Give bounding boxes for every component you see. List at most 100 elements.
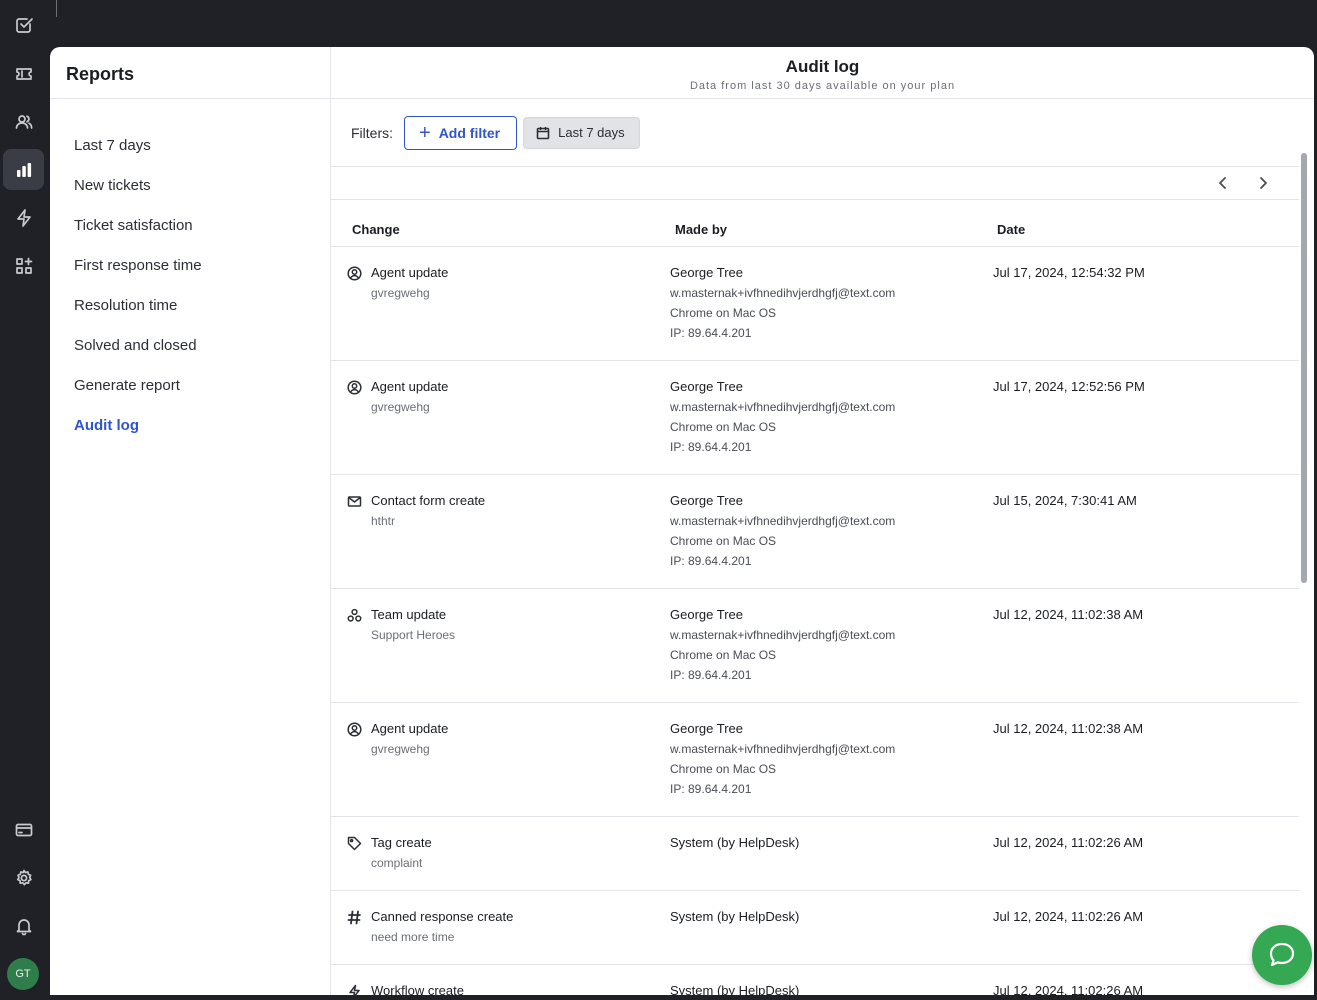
made-by-client: Chrome on Mac OS: [670, 420, 776, 434]
change-title: Team update: [371, 607, 446, 622]
apps-grid-icon[interactable]: [3, 245, 44, 286]
page-header: Audit log Data from last 30 days availab…: [331, 47, 1314, 99]
column-header-date[interactable]: Date: [997, 222, 1025, 237]
made-by-email: w.masternak+ivfhnedihvjerdhgfj@text.com: [670, 742, 895, 756]
change-title: Agent update: [371, 721, 448, 736]
table-row[interactable]: Agent update gvregwehg George Tree w.mas…: [331, 247, 1299, 361]
change-detail: complaint: [371, 856, 422, 870]
sidebar-item-last-7-days[interactable]: Last 7 days: [50, 125, 330, 165]
change-detail: Support Heroes: [371, 628, 455, 642]
change-title: Tag create: [371, 835, 432, 850]
window-divider: [56, 0, 57, 17]
made-by-client: Chrome on Mac OS: [670, 648, 776, 662]
made-by-email: w.masternak+ivfhnedihvjerdhgfj@text.com: [670, 400, 895, 414]
sidebar-item-ticket-satisfaction[interactable]: Ticket satisfaction: [50, 205, 330, 245]
agent-user-icon: [347, 266, 362, 281]
table-row[interactable]: Team update Support Heroes George Tree w…: [331, 589, 1299, 703]
ticket-icon[interactable]: [3, 53, 44, 94]
agent-user-icon: [347, 380, 362, 395]
made-by-name: System (by HelpDesk): [670, 983, 799, 995]
change-detail: gvregwehg: [371, 286, 430, 300]
agent-user-icon: [347, 722, 362, 737]
plus-icon: +: [419, 123, 431, 143]
change-title: Agent update: [371, 265, 448, 280]
change-title: Canned response create: [371, 909, 513, 924]
reports-panel: Reports Last 7 days New tickets Ticket s…: [50, 47, 1314, 995]
sidebar-item-solved-and-closed[interactable]: Solved and closed: [50, 325, 330, 365]
date-range-button[interactable]: Last 7 days: [523, 117, 640, 149]
avatar[interactable]: GT: [7, 958, 39, 990]
change-title: Agent update: [371, 379, 448, 394]
sidebar-item-resolution-time[interactable]: Resolution time: [50, 285, 330, 325]
sidebar-item-generate-report[interactable]: Generate report: [50, 365, 330, 405]
add-filter-button[interactable]: + Add filter: [404, 116, 517, 150]
table-row[interactable]: Contact form create hthtr George Tree w.…: [331, 475, 1299, 589]
table-row[interactable]: Agent update gvregwehg George Tree w.mas…: [331, 703, 1299, 817]
next-page-button[interactable]: [1253, 173, 1273, 193]
made-by-name: George Tree: [670, 379, 743, 394]
sidebar-item-audit-log[interactable]: Audit log: [50, 405, 330, 445]
column-header-change[interactable]: Change: [352, 222, 400, 237]
bolt-icon: [347, 984, 362, 995]
change-title: Workflow create: [371, 983, 464, 995]
customers-icon[interactable]: [3, 101, 44, 142]
calendar-icon: [536, 126, 550, 140]
column-header-made-by[interactable]: Made by: [675, 222, 727, 237]
event-date: Jul 12, 2024, 11:02:26 AM: [993, 909, 1143, 924]
hash-icon: [347, 910, 362, 925]
settings-gear-icon[interactable]: [3, 857, 44, 898]
filters-bar: Filters: + Add filter Last 7 days: [331, 99, 1299, 167]
sidebar-item-first-response-time[interactable]: First response time: [50, 245, 330, 285]
made-by-name: System (by HelpDesk): [670, 909, 799, 924]
change-detail: gvregwehg: [371, 742, 430, 756]
made-by-ip: IP: 89.64.4.201: [670, 782, 751, 796]
page-subtitle: Data from last 30 days available on your…: [331, 80, 1314, 92]
sidebar-title: Reports: [50, 47, 330, 99]
notifications-bell-icon[interactable]: [3, 905, 44, 946]
table-row[interactable]: Tag create complaint System (by HelpDesk…: [331, 817, 1299, 891]
previous-page-button[interactable]: [1213, 173, 1233, 193]
change-title: Contact form create: [371, 493, 485, 508]
made-by-name: George Tree: [670, 265, 743, 280]
change-detail: need more time: [371, 930, 454, 944]
filters-label: Filters:: [351, 125, 393, 141]
event-date: Jul 12, 2024, 11:02:26 AM: [993, 983, 1143, 995]
table-header: Change Made by Date: [331, 200, 1299, 247]
chevron-right-icon: [1256, 176, 1270, 190]
app-rail: GT: [0, 0, 50, 1000]
event-date: Jul 17, 2024, 12:52:56 PM: [993, 379, 1145, 394]
change-detail: hthtr: [371, 514, 395, 528]
reports-chart-icon[interactable]: [3, 149, 44, 190]
logo-check-icon[interactable]: [3, 4, 44, 45]
made-by-client: Chrome on Mac OS: [670, 306, 776, 320]
made-by-email: w.masternak+ivfhnedihvjerdhgfj@text.com: [670, 628, 895, 642]
pagination-bar: [331, 167, 1299, 200]
date-range-label: Last 7 days: [558, 125, 625, 140]
table-row[interactable]: Agent update gvregwehg George Tree w.mas…: [331, 361, 1299, 475]
made-by-ip: IP: 89.64.4.201: [670, 440, 751, 454]
made-by-ip: IP: 89.64.4.201: [670, 554, 751, 568]
automation-bolt-icon[interactable]: [3, 197, 44, 238]
made-by-ip: IP: 89.64.4.201: [670, 326, 751, 340]
table-scrollbar[interactable]: [1300, 149, 1308, 995]
scrollbar-thumb[interactable]: [1301, 153, 1307, 583]
chat-bubble-icon: [1266, 939, 1298, 971]
table-row[interactable]: Canned response create need more time Sy…: [331, 891, 1299, 965]
made-by-name: George Tree: [670, 607, 743, 622]
chat-widget-button[interactable]: [1252, 925, 1312, 985]
table-row[interactable]: Workflow create System (by HelpDesk) Jul…: [331, 965, 1299, 995]
sidebar-item-new-tickets[interactable]: New tickets: [50, 165, 330, 205]
envelope-icon: [347, 494, 362, 509]
sidebar-nav: Last 7 days New tickets Ticket satisfact…: [50, 99, 330, 445]
event-date: Jul 12, 2024, 11:02:38 AM: [993, 607, 1143, 622]
made-by-ip: IP: 89.64.4.201: [670, 668, 751, 682]
change-detail: gvregwehg: [371, 400, 430, 414]
billing-card-icon[interactable]: [3, 809, 44, 850]
page-title: Audit log: [331, 57, 1314, 77]
reports-sidebar: Reports Last 7 days New tickets Ticket s…: [50, 47, 331, 995]
chevron-left-icon: [1216, 176, 1230, 190]
made-by-name: System (by HelpDesk): [670, 835, 799, 850]
event-date: Jul 12, 2024, 11:02:26 AM: [993, 835, 1143, 850]
add-filter-label: Add filter: [439, 125, 500, 141]
audit-log-main: Audit log Data from last 30 days availab…: [331, 47, 1314, 995]
